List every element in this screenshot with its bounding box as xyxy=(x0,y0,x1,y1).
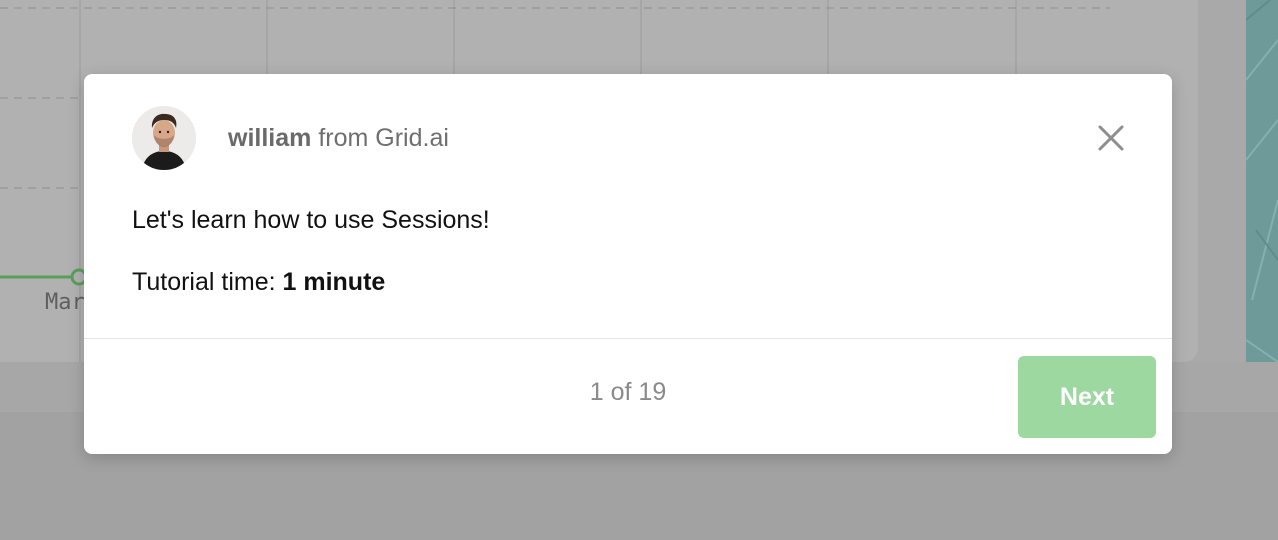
tutorial-time-label: Tutorial time: xyxy=(132,268,276,296)
sender-line: william from Grid.ai xyxy=(228,124,449,153)
modal-header: william from Grid.ai xyxy=(132,106,449,170)
tour-message: Let's learn how to use Sessions! xyxy=(132,206,490,234)
avatar xyxy=(132,106,196,170)
tour-modal: william from Grid.ai Let's learn how to … xyxy=(84,74,1172,454)
close-icon xyxy=(1098,125,1124,151)
modal-body: Let's learn how to use Sessions! Tutoria… xyxy=(132,204,490,298)
next-button[interactable]: Next xyxy=(1018,356,1156,438)
background-right-panel xyxy=(1246,0,1278,362)
footer-divider xyxy=(84,338,1172,339)
tutorial-time-value: 1 minute xyxy=(282,268,386,296)
sender-org: from Grid.ai xyxy=(318,123,449,152)
sender-name: william xyxy=(228,123,312,152)
step-counter: 1 of 19 xyxy=(589,378,667,406)
background-axis-label: Mar xyxy=(45,290,85,315)
close-button[interactable] xyxy=(1096,123,1126,153)
tutorial-time: Tutorial time: 1 minute xyxy=(132,266,490,298)
